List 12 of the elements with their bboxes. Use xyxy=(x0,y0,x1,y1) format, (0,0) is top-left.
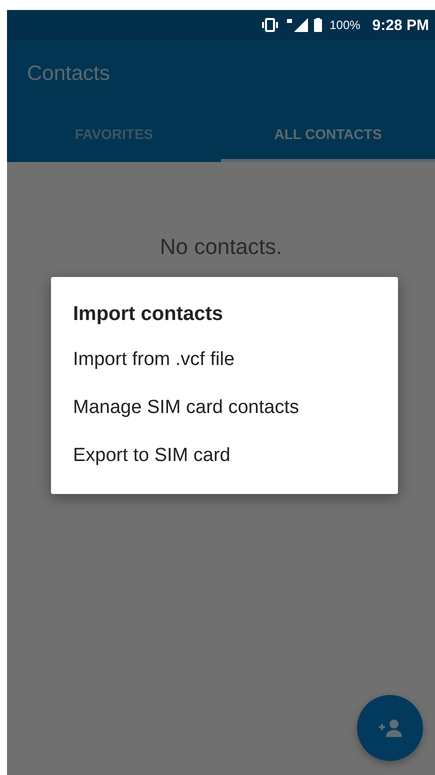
dialog-option[interactable]: Manage SIM card contacts xyxy=(51,384,398,432)
battery-icon xyxy=(314,18,322,32)
app-title: Contacts xyxy=(26,61,111,87)
dialog-option[interactable]: Import from .vcf file xyxy=(51,336,398,384)
signal-icon xyxy=(286,18,308,32)
dialog-title: Import contacts xyxy=(72,303,224,327)
dialog-option[interactable]: Export to SIM card xyxy=(51,432,398,480)
add-person-icon xyxy=(377,719,403,737)
empty-message: No contacts. xyxy=(158,234,284,260)
battery-percent: 100% xyxy=(330,18,360,32)
vibrate-icon xyxy=(260,18,280,32)
clock: 9:28 PM xyxy=(372,16,429,34)
